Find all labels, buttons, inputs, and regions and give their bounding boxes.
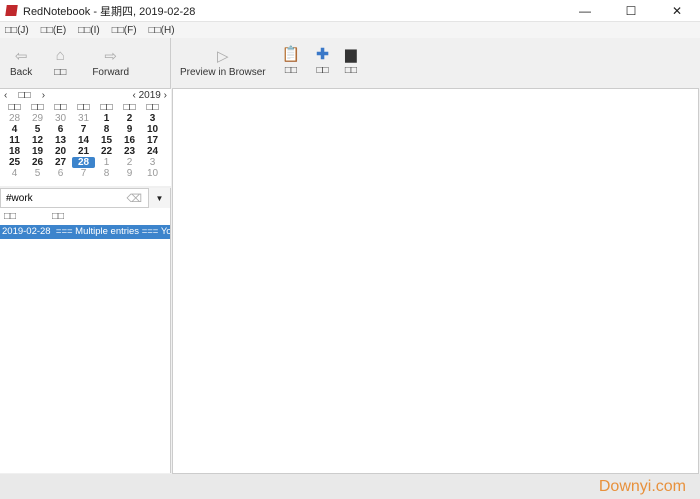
calendar-day[interactable]: 16	[118, 135, 141, 146]
plus-icon: ✚	[316, 46, 329, 63]
forward-arrow-icon: ⇨	[104, 48, 117, 65]
play-icon: ▷	[217, 48, 229, 65]
calendar-day[interactable]: 1	[95, 157, 118, 168]
calendar-day[interactable]: 18	[3, 146, 26, 157]
next-month-button[interactable]: ›	[42, 90, 45, 101]
close-button[interactable]: ✕	[654, 0, 700, 22]
chevron-down-icon: ▼	[155, 193, 164, 203]
calendar-day[interactable]: 6	[49, 124, 72, 135]
calendar-grid: □□ □□ □□ □□ □□ □□ □□ 28 29 30 31 1 2 3 4 5 6 7 8 9 10 11 12 13 1…	[0, 102, 171, 179]
menu-help[interactable]: □□(H)	[149, 25, 175, 36]
home-icon: ⌂	[55, 47, 65, 64]
calendar-day[interactable]: 17	[141, 135, 164, 146]
calendar-day[interactable]: 30	[49, 113, 72, 124]
watermark: Downyi.com	[598, 478, 686, 495]
nav-toolbar: ⇦ Back ⌂ □□ ⇨ Forward	[0, 38, 171, 88]
calendar-day[interactable]: 9	[118, 168, 141, 179]
calendar-day[interactable]: 4	[3, 168, 26, 179]
search-results: □□ □□ 2019-02-28 === Multiple entries ===…	[0, 208, 171, 473]
editor-area[interactable]	[172, 88, 699, 474]
back-arrow-icon: ⇦	[14, 48, 28, 65]
calendar-day[interactable]: 3	[141, 113, 164, 124]
calendar: ‹ □□ › ‹ 2019 › □□ □□ □□ □□ □□ □□ □□ 28 29 30 31 1 2…	[0, 88, 171, 186]
month-label: □□	[18, 90, 31, 101]
menu-edit[interactable]: □□(E)	[41, 25, 66, 36]
calendar-day[interactable]: 4	[3, 124, 26, 135]
search-bar: ⌫ ▼	[0, 188, 171, 208]
calendar-day[interactable]: 26	[26, 157, 49, 168]
print-button[interactable]: ▆ □□	[345, 38, 357, 88]
calendar-day[interactable]: 28	[3, 113, 26, 124]
minimize-button[interactable]: —	[562, 0, 608, 22]
column-header-text[interactable]: □□	[52, 211, 64, 222]
calendar-day[interactable]: 25	[3, 157, 26, 168]
calendar-day[interactable]: 1	[95, 113, 118, 124]
weekday-header: □□	[77, 102, 90, 113]
calendar-day[interactable]: 9	[118, 124, 141, 135]
calendar-day[interactable]: 20	[49, 146, 72, 157]
window-title: RedNotebook - 星期四, 2019-02-28	[23, 5, 196, 18]
calendar-day[interactable]: 7	[72, 124, 95, 135]
calendar-day[interactable]: 12	[26, 135, 49, 146]
calendar-day[interactable]: 24	[141, 146, 164, 157]
title-bar: RedNotebook - 星期四, 2019-02-28 — ☐ ✕	[0, 0, 700, 22]
search-dropdown-button[interactable]: ▼	[148, 188, 170, 208]
weekday-header: □□	[54, 102, 67, 113]
preview-button[interactable]: ▷ Preview in Browser	[180, 38, 266, 88]
forward-button[interactable]: ⇨ Forward	[92, 38, 129, 88]
column-header-date[interactable]: □□	[0, 211, 52, 222]
calendar-day[interactable]: 10	[141, 124, 164, 135]
year-label: 2019	[138, 90, 161, 101]
calendar-day[interactable]: 14	[72, 135, 95, 146]
printer-icon: ▆	[345, 46, 357, 63]
calendar-day[interactable]: 11	[3, 135, 26, 146]
calendar-day[interactable]: 28	[72, 157, 95, 168]
prev-year-button[interactable]: ‹	[133, 90, 136, 101]
calendar-day[interactable]: 8	[95, 124, 118, 135]
calendar-day[interactable]: 31	[72, 113, 95, 124]
calendar-day[interactable]: 21	[72, 146, 95, 157]
calendar-day[interactable]: 29	[26, 113, 49, 124]
menu-bar: □□(J) □□(E) □□(I) □□(F) □□(H)	[0, 22, 700, 38]
weekday-header: □□	[31, 102, 44, 113]
main-toolbar: ▷ Preview in Browser 📋 □□ ✚ □□ ▆ □□	[172, 38, 700, 88]
next-year-button[interactable]: ›	[164, 90, 167, 101]
calendar-day[interactable]: 8	[95, 168, 118, 179]
weekday-header: □□	[146, 102, 159, 113]
clipboard-icon: 📋	[281, 46, 301, 63]
calendar-day[interactable]: 27	[49, 157, 72, 168]
menu-insert[interactable]: □□(I)	[78, 25, 100, 36]
calendar-day[interactable]: 3	[141, 157, 164, 168]
maximize-button[interactable]: ☐	[608, 0, 654, 22]
calendar-day[interactable]: 5	[26, 168, 49, 179]
calendar-day[interactable]: 10	[141, 168, 164, 179]
calendar-day[interactable]: 23	[118, 146, 141, 157]
status-bar	[0, 474, 700, 499]
calendar-day[interactable]: 22	[95, 146, 118, 157]
calendar-day[interactable]: 2	[118, 113, 141, 124]
weekday-header: □□	[8, 102, 21, 113]
menu-format[interactable]: □□(F)	[112, 25, 137, 36]
back-button[interactable]: ⇦ Back	[10, 38, 32, 88]
calendar-day[interactable]: 7	[72, 168, 95, 179]
template-button[interactable]: 📋 □□	[282, 38, 301, 88]
calendar-day[interactable]: 6	[49, 168, 72, 179]
insert-button[interactable]: ✚ □□	[316, 38, 329, 88]
weekday-header: □□	[100, 102, 113, 113]
calendar-day[interactable]: 5	[26, 124, 49, 135]
calendar-day[interactable]: 13	[49, 135, 72, 146]
clear-icon[interactable]: ⌫	[126, 192, 142, 205]
table-row[interactable]: 2019-02-28 === Multiple entries === You	[0, 225, 170, 239]
weekday-header: □□	[123, 102, 136, 113]
search-input[interactable]	[1, 192, 127, 204]
app-icon	[5, 5, 18, 16]
calendar-day[interactable]: 19	[26, 146, 49, 157]
calendar-day[interactable]: 15	[95, 135, 118, 146]
menu-journal[interactable]: □□(J)	[5, 25, 29, 36]
calendar-day[interactable]: 2	[118, 157, 141, 168]
today-button[interactable]: ⌂ □□	[54, 38, 66, 88]
prev-month-button[interactable]: ‹	[4, 90, 7, 101]
